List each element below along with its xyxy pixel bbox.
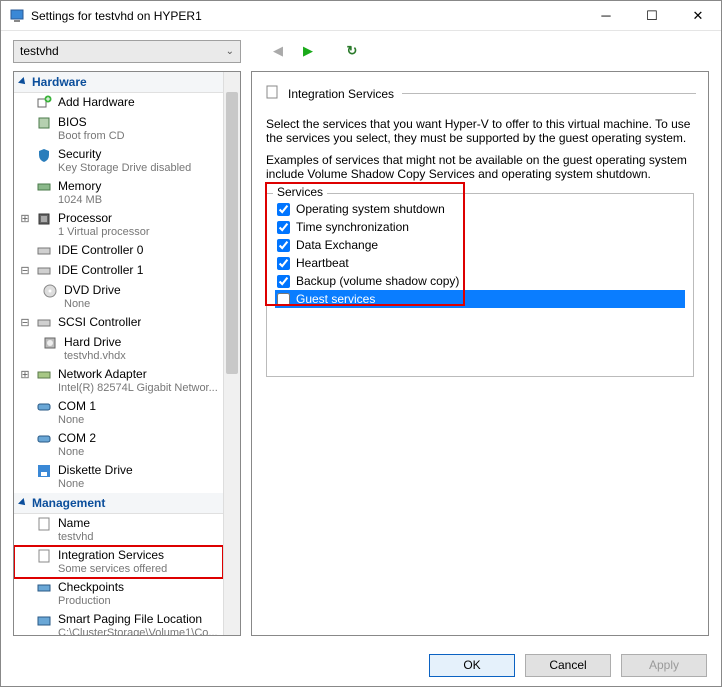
disk-icon bbox=[42, 335, 58, 351]
maximize-button[interactable]: ☐ bbox=[629, 1, 675, 30]
cpu-icon bbox=[36, 211, 52, 227]
vm-selector[interactable]: testvhd ⌄ bbox=[13, 40, 241, 63]
controller-icon bbox=[36, 243, 52, 259]
nav-forward-button[interactable]: ▶ bbox=[297, 40, 319, 62]
dialog-buttons: OK Cancel Apply bbox=[1, 644, 721, 686]
category-management[interactable]: Management bbox=[14, 493, 223, 514]
controller-icon bbox=[36, 315, 52, 331]
checkbox[interactable] bbox=[277, 239, 290, 252]
document-icon bbox=[36, 516, 52, 532]
app-icon bbox=[9, 8, 25, 24]
tree-diskette[interactable]: Diskette DriveNone bbox=[14, 461, 223, 493]
tree-checkpoints[interactable]: CheckpointsProduction bbox=[14, 578, 223, 610]
service-os-shutdown[interactable]: Operating system shutdown bbox=[275, 200, 685, 218]
expand-icon[interactable]: ⊞ bbox=[20, 211, 30, 227]
service-time-sync[interactable]: Time synchronization bbox=[275, 218, 685, 236]
tree-integration-services[interactable]: Integration ServicesSome services offere… bbox=[14, 546, 223, 578]
toolbar: testvhd ⌄ ◀ ▶ ↻ bbox=[1, 31, 721, 71]
collapse-icon[interactable]: ⊟ bbox=[20, 315, 30, 331]
refresh-button[interactable]: ↻ bbox=[341, 40, 363, 62]
nav-tree: Hardware Add Hardware BIOSBoot from CD S… bbox=[13, 71, 241, 636]
chip-icon bbox=[36, 115, 52, 131]
service-heartbeat[interactable]: Heartbeat bbox=[275, 254, 685, 272]
tree-hdd[interactable]: Hard Drivetestvhd.vhdx bbox=[14, 333, 223, 365]
tree-dvd[interactable]: DVD DriveNone bbox=[14, 281, 223, 313]
serial-port-icon bbox=[36, 399, 52, 415]
tree-scsi[interactable]: ⊟ SCSI Controller bbox=[14, 313, 223, 333]
checkbox[interactable] bbox=[277, 203, 290, 216]
apply-button[interactable]: Apply bbox=[621, 654, 707, 677]
shield-icon bbox=[36, 147, 52, 163]
tree-com1[interactable]: COM 1None bbox=[14, 397, 223, 429]
tree-security[interactable]: SecurityKey Storage Drive disabled bbox=[14, 145, 223, 177]
tree-memory[interactable]: Memory1024 MB bbox=[14, 177, 223, 209]
close-button[interactable]: ✕ bbox=[675, 1, 721, 30]
checkbox[interactable] bbox=[277, 221, 290, 234]
settings-panel: Integration Services Select the services… bbox=[251, 71, 709, 636]
panel-description-1: Select the services that you want Hyper-… bbox=[266, 117, 694, 145]
settings-window: Settings for testvhd on HYPER1 ─ ☐ ✕ tes… bbox=[0, 0, 722, 687]
tree-ide1[interactable]: ⊟ IDE Controller 1 bbox=[14, 261, 223, 281]
services-group: Services Operating system shutdown Time … bbox=[266, 193, 694, 377]
service-data-exchange[interactable]: Data Exchange bbox=[275, 236, 685, 254]
tree-network[interactable]: ⊞ Network AdapterIntel(R) 82574L Gigabit… bbox=[14, 365, 223, 397]
disc-icon bbox=[42, 283, 58, 299]
window-title: Settings for testvhd on HYPER1 bbox=[31, 9, 583, 23]
tree-ide0[interactable]: IDE Controller 0 bbox=[14, 241, 223, 261]
service-backup[interactable]: Backup (volume shadow copy) bbox=[275, 272, 685, 290]
tree-name[interactable]: Nametestvhd bbox=[14, 514, 223, 546]
tree-add-hardware[interactable]: Add Hardware bbox=[14, 93, 223, 113]
document-icon bbox=[36, 548, 52, 564]
add-hardware-icon bbox=[36, 95, 52, 111]
expand-icon[interactable]: ⊞ bbox=[20, 367, 30, 383]
minimize-button[interactable]: ─ bbox=[583, 1, 629, 30]
nav-back-button[interactable]: ◀ bbox=[267, 40, 289, 62]
serial-port-icon bbox=[36, 431, 52, 447]
tree-processor[interactable]: ⊞ Processor1 Virtual processor bbox=[14, 209, 223, 241]
checkpoint-icon bbox=[36, 580, 52, 596]
memory-icon bbox=[36, 179, 52, 195]
panel-description-2: Examples of services that might not be a… bbox=[266, 153, 694, 181]
tree-com2[interactable]: COM 2None bbox=[14, 429, 223, 461]
collapse-icon[interactable]: ⊟ bbox=[20, 263, 30, 279]
cancel-button[interactable]: Cancel bbox=[525, 654, 611, 677]
controller-icon bbox=[36, 263, 52, 279]
services-legend: Services bbox=[273, 185, 327, 199]
category-hardware[interactable]: Hardware bbox=[14, 72, 223, 93]
vm-selector-value: testvhd bbox=[20, 44, 59, 58]
tree-scrollbar[interactable] bbox=[223, 72, 240, 635]
label: Add Hardware bbox=[58, 95, 135, 109]
tree-smart-paging[interactable]: Smart Paging File LocationC:\ClusterStor… bbox=[14, 610, 223, 635]
folder-icon bbox=[36, 612, 52, 628]
network-icon bbox=[36, 367, 52, 383]
titlebar: Settings for testvhd on HYPER1 ─ ☐ ✕ bbox=[1, 1, 721, 31]
checkbox[interactable] bbox=[277, 257, 290, 270]
checkbox[interactable] bbox=[277, 275, 290, 288]
service-guest-services[interactable]: Guest services bbox=[275, 290, 685, 308]
panel-title: Integration Services bbox=[288, 87, 394, 101]
chevron-down-icon: ⌄ bbox=[226, 46, 234, 57]
ok-button[interactable]: OK bbox=[429, 654, 515, 677]
document-icon bbox=[264, 84, 280, 103]
tree-bios[interactable]: BIOSBoot from CD bbox=[14, 113, 223, 145]
checkbox[interactable] bbox=[277, 293, 290, 306]
floppy-icon bbox=[36, 463, 52, 479]
